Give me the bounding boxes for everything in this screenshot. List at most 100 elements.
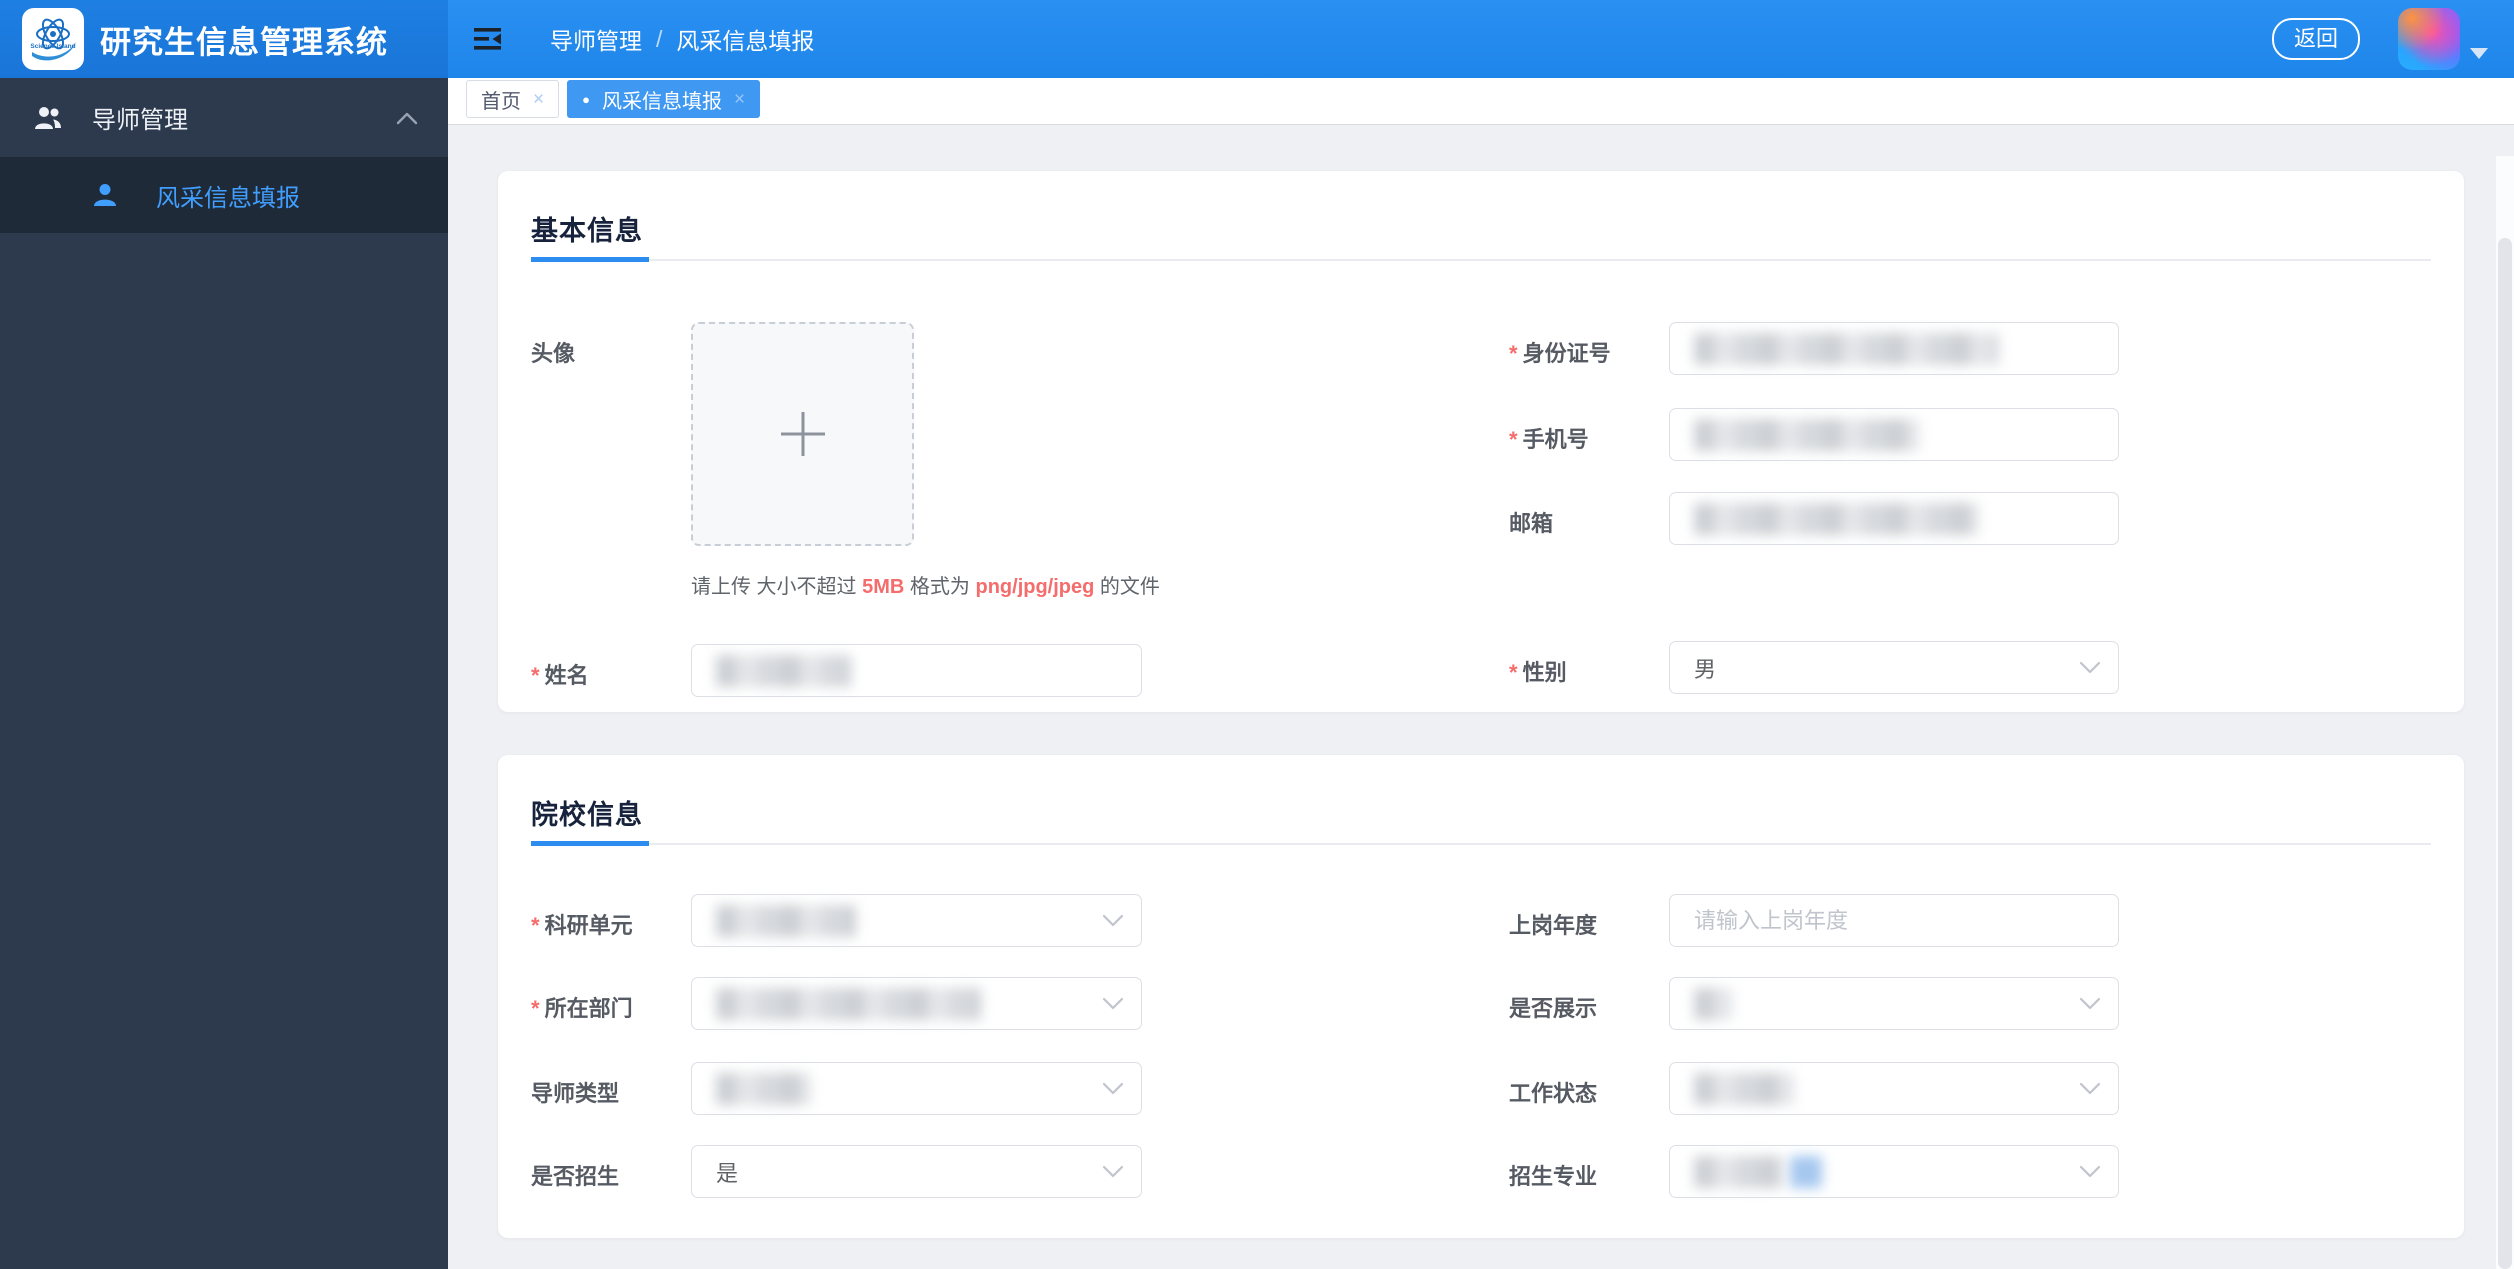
tab-home-close-icon[interactable]: × — [533, 90, 544, 109]
research-unit-label: * 科研单元 — [531, 913, 633, 938]
menu-fold-icon[interactable] — [468, 19, 508, 59]
required-mark: * — [1509, 427, 1518, 452]
avatar-upload-box[interactable] — [691, 322, 914, 546]
mentor-type-label: 导师类型 — [531, 1081, 620, 1106]
tab-strip: 首页 × ● 风采信息填报 × — [448, 78, 2514, 125]
tab-profile-report-label: 风采信息填报 — [601, 90, 722, 113]
tab-profile-report-close-icon[interactable]: × — [734, 90, 745, 109]
sidebar-group-mentor-management[interactable]: 导师管理 — [0, 78, 448, 157]
hint-formats: png/jpg/jpeg — [975, 576, 1095, 598]
work-status-row: 工作状态 — [1509, 1062, 2431, 1115]
svg-text:Science Island: Science Island — [30, 43, 75, 50]
redacted-phone-value — [1694, 418, 1919, 451]
tab-profile-report[interactable]: ● 风采信息填报 × — [567, 80, 761, 118]
recruiting-select[interactable]: 是 — [691, 1145, 1142, 1198]
redacted-work-status-value — [1694, 1072, 1794, 1105]
tab-home[interactable]: 首页 × — [466, 80, 560, 118]
basic-form-right-column: * 身份证号 * 手机号 邮箱 * 性别 男 — [1509, 322, 2431, 697]
hint-size-limit: 5MB — [862, 576, 905, 598]
user-group-icon — [35, 106, 61, 129]
department-select[interactable] — [691, 977, 1142, 1030]
user-avatar[interactable] — [2398, 8, 2460, 70]
hint-text-2: 格式为 — [909, 576, 970, 598]
start-year-input[interactable] — [1669, 894, 2119, 947]
topbar: 导师管理 / 风采信息填报 返回 — [448, 0, 2514, 78]
title-accent-bar — [531, 257, 649, 262]
required-mark: * — [531, 913, 540, 938]
basic-info-header: 基本信息 — [531, 171, 2431, 262]
school-info-title: 院校信息 — [531, 800, 643, 830]
scrollbar-thumb[interactable] — [2498, 238, 2512, 1269]
email-input[interactable] — [1669, 492, 2119, 545]
gender-label: * 性别 — [1509, 660, 1567, 685]
name-row: * 姓名 — [531, 644, 1509, 697]
mentor-type-select[interactable] — [691, 1062, 1142, 1115]
avatar-row: 头像 — [531, 322, 1509, 546]
research-unit-select[interactable] — [691, 894, 1142, 947]
gender-value: 男 — [1694, 656, 1717, 682]
sidebar: 导师管理 风采信息填报 — [0, 78, 448, 1269]
chevron-down-icon — [2079, 1082, 2101, 1095]
chevron-down-icon — [1102, 1082, 1124, 1095]
display-select[interactable] — [1669, 977, 2119, 1030]
start-year-row: 上岗年度 — [1509, 894, 2431, 947]
email-row: 邮箱 — [1509, 492, 2431, 545]
work-status-select[interactable] — [1669, 1062, 2119, 1115]
app-title: 研究生信息管理系统 — [100, 24, 388, 60]
major-select[interactable] — [1669, 1145, 2119, 1198]
redacted-display-value — [1694, 987, 1732, 1020]
phone-row: * 手机号 — [1509, 408, 2431, 461]
redacted-major-tag — [1790, 1155, 1822, 1188]
id-number-input[interactable] — [1669, 322, 2119, 375]
sidebar-item-profile-report[interactable]: 风采信息填报 — [0, 157, 448, 233]
display-row: 是否展示 — [1509, 977, 2431, 1030]
redacted-type-value — [716, 1072, 811, 1105]
back-button[interactable]: 返回 — [2271, 18, 2360, 60]
active-tab-dot-icon: ● — [582, 91, 590, 107]
caret-down-icon[interactable] — [2470, 47, 2488, 59]
title-accent-bar — [531, 841, 649, 846]
breadcrumb-separator: / — [656, 25, 663, 52]
content-scroll-area: 基本信息 头像 请上传 大小不超过 5MB 格式为 png/jpg/jpeg 的… — [448, 126, 2496, 1269]
gender-select[interactable]: 男 — [1669, 641, 2119, 694]
breadcrumb-profile-report: 风采信息填报 — [676, 28, 815, 54]
chevron-down-icon — [1102, 1165, 1124, 1178]
hint-text-3: 的文件 — [1099, 576, 1160, 598]
chevron-down-icon — [1102, 997, 1124, 1010]
basic-info-card: 基本信息 头像 请上传 大小不超过 5MB 格式为 png/jpg/jpeg 的… — [498, 171, 2464, 712]
school-info-header: 院校信息 — [531, 755, 2431, 846]
plus-icon — [780, 412, 825, 456]
phone-label: * 手机号 — [1509, 427, 1589, 452]
required-mark: * — [531, 663, 540, 688]
redacted-email-value — [1694, 502, 1979, 535]
tab-home-label: 首页 — [481, 90, 521, 113]
school-info-form: * 科研单元 * 所在部门 导师类型 是否招生 是 上岗年度 请输入上岗年度 是… — [531, 894, 2431, 1198]
user-icon — [94, 184, 116, 206]
recruiting-label: 是否招生 — [531, 1164, 620, 1189]
avatar-label: 头像 — [531, 341, 576, 366]
research-unit-row: * 科研单元 — [531, 894, 1509, 947]
required-mark: * — [1509, 341, 1518, 366]
required-mark: * — [531, 996, 540, 1021]
redacted-major-value — [1694, 1155, 1784, 1188]
scrollbar-track[interactable] — [2496, 156, 2514, 1269]
chevron-down-icon — [2079, 997, 2101, 1010]
phone-input[interactable] — [1669, 408, 2119, 461]
recruiting-value: 是 — [716, 1160, 739, 1186]
gender-row: * 性别 男 — [1509, 641, 2431, 694]
school-form-left-column: * 科研单元 * 所在部门 导师类型 是否招生 是 — [531, 894, 1509, 1198]
work-status-label: 工作状态 — [1509, 1081, 1598, 1106]
top-header: Science Island 研究生信息管理系统 导师管理 / 风采信息填报 返 — [0, 0, 2514, 78]
name-input[interactable] — [691, 644, 1142, 697]
redacted-name-value — [716, 654, 851, 687]
redacted-department-value — [716, 987, 981, 1020]
title-divider-line — [649, 842, 2431, 845]
school-info-card: 院校信息 * 科研单元 * 所在部门 导师类型 是否招生 是 上岗年度 请输入上… — [498, 755, 2464, 1238]
basic-info-title: 基本信息 — [531, 216, 643, 246]
id-number-label: * 身份证号 — [1509, 341, 1611, 366]
mentor-type-row: 导师类型 — [531, 1062, 1509, 1115]
breadcrumb: 导师管理 / 风采信息填报 — [550, 22, 814, 56]
basic-form-left-column: 头像 请上传 大小不超过 5MB 格式为 png/jpg/jpeg 的文件 * … — [531, 322, 1509, 697]
title-divider-line — [649, 258, 2431, 261]
breadcrumb-mentor-management[interactable]: 导师管理 — [550, 22, 642, 56]
